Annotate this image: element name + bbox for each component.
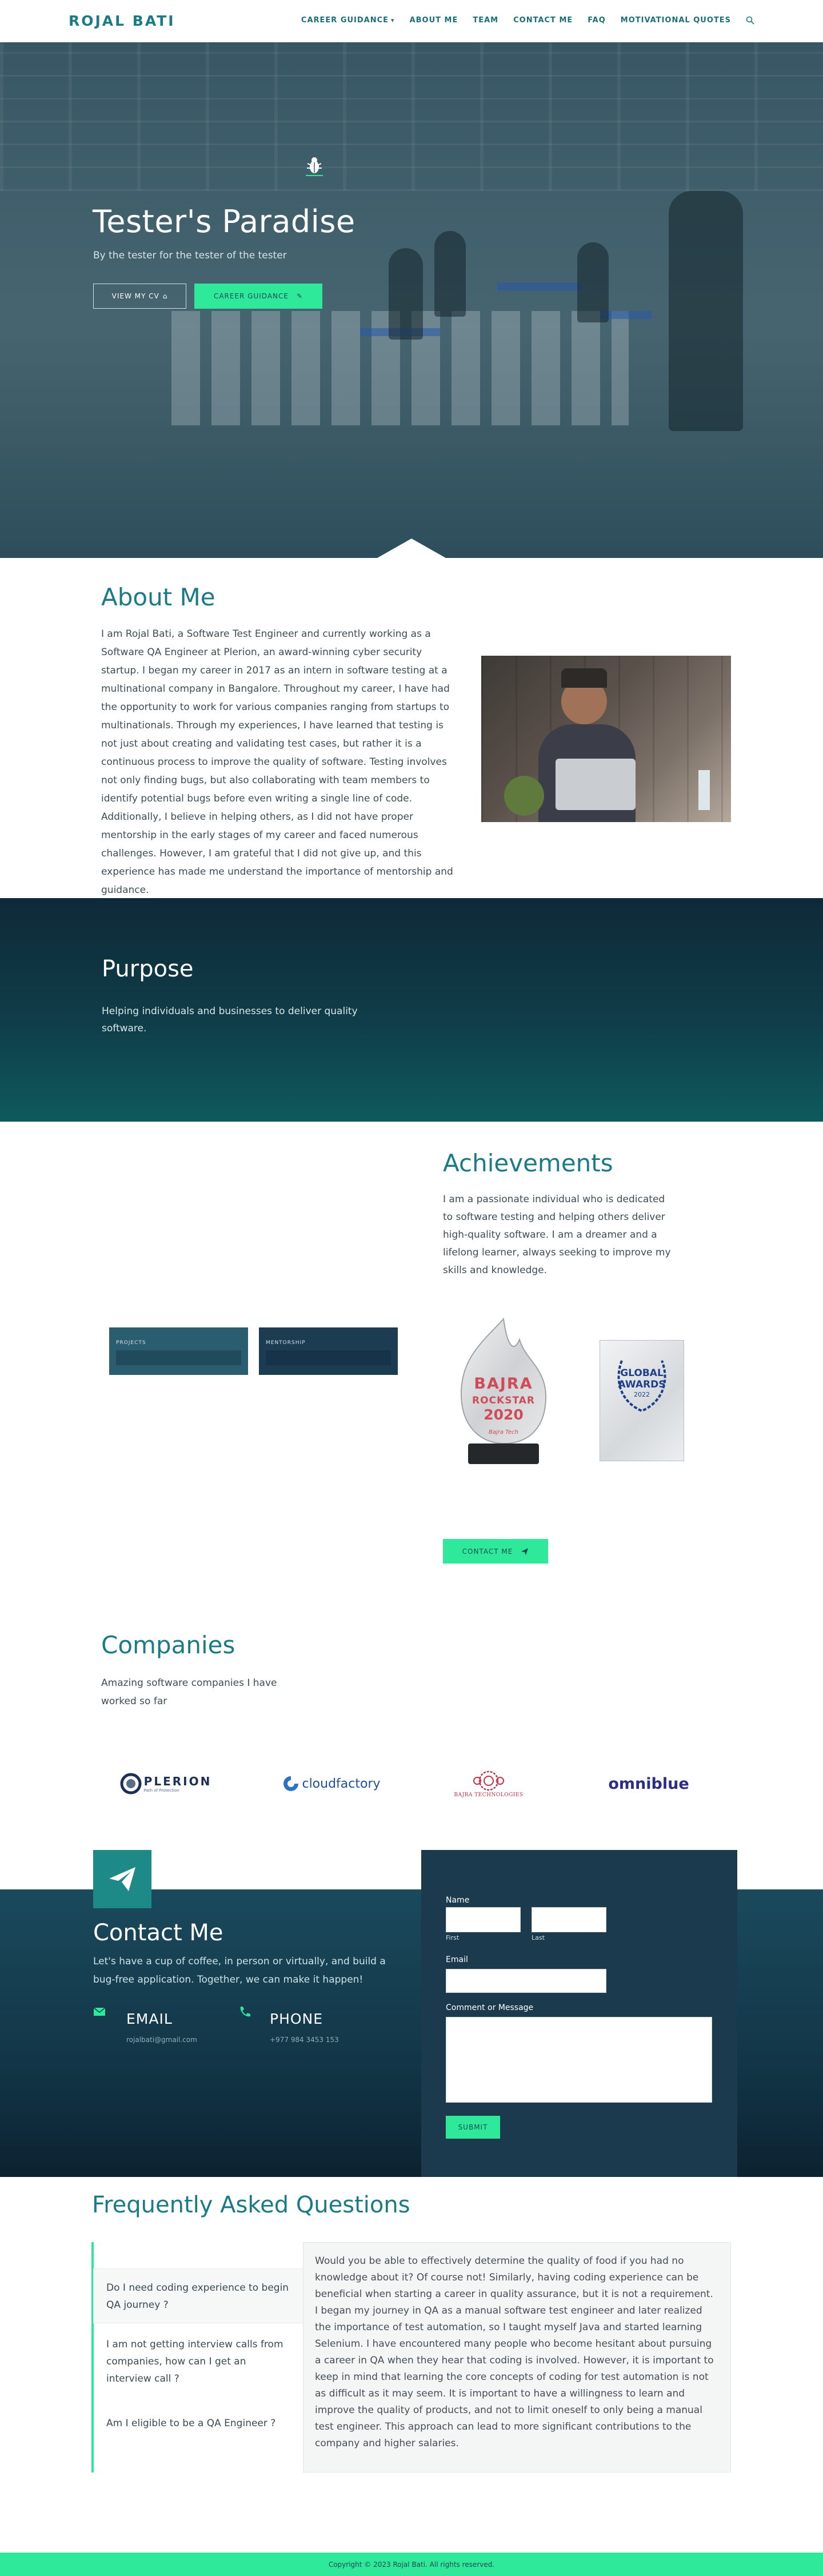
award2-line2: AWARDS	[618, 1379, 666, 1390]
about-title: About Me	[101, 583, 215, 611]
contact-me-label: CONTACT ME	[462, 1547, 513, 1556]
stat-box-projects: PROJECTS	[109, 1327, 248, 1375]
view-cv-button[interactable]: VIEW MY CV ⌂	[93, 284, 186, 309]
message-label: Comment or Message	[446, 2003, 534, 2012]
last-name-input[interactable]	[532, 1907, 606, 1932]
stat-bar	[266, 1350, 391, 1365]
name-label: Name	[446, 1896, 470, 1905]
hero-background-detail	[497, 282, 583, 290]
award-line2: ROCKSTAR	[472, 1395, 535, 1406]
omniblue-name: omniblue	[608, 1775, 689, 1793]
hero-background-speaker	[669, 191, 743, 431]
submit-button[interactable]: SUBMIT	[446, 2116, 500, 2139]
copyright-text: Copyright © 2023 Rojal Bati. All rights …	[328, 2560, 495, 2569]
award-line1: BAJRA	[474, 1375, 533, 1393]
phone-value[interactable]: +977 984 3453 153	[270, 2036, 339, 2044]
pencil-icon: ✎	[296, 292, 303, 300]
career-guidance-button[interactable]: CAREER GUIDANCE ✎	[194, 284, 322, 309]
plerion-name: PLERION	[143, 1775, 212, 1788]
purpose-text: Helping individuals and businesses to de…	[102, 1006, 358, 1034]
companies-text: Amazing software companies I have worked…	[101, 1677, 277, 1707]
plerion-mark-icon	[120, 1773, 142, 1795]
email-title: EMAIL	[126, 2011, 173, 2027]
email-label: Email	[446, 1955, 468, 1964]
email-value[interactable]: rojalbati@gmail.com	[126, 2036, 197, 2044]
faq-answer: Would you be able to effectively determi…	[303, 2242, 731, 2473]
brand-logo[interactable]: ROJAL BATI	[69, 13, 175, 29]
first-name-label: First	[446, 1934, 460, 1941]
stat-label: PROJECTS	[116, 1340, 146, 1346]
hero-background-person	[577, 242, 609, 322]
contact-title: Contact Me	[93, 1920, 223, 1946]
cloudfactory-name: cloudfactory	[302, 1776, 381, 1791]
hero-divider	[306, 175, 323, 176]
photo-bottle	[698, 770, 710, 810]
nav-item-team[interactable]: TEAM	[473, 16, 498, 25]
nav-item-about-me[interactable]: ABOUT ME	[410, 16, 458, 25]
email-input[interactable]	[446, 1969, 606, 1993]
nav-item-career-guidance[interactable]: CAREER GUIDANCE ▾	[301, 16, 395, 25]
faq-question-1[interactable]: Do I need coding experience to begin QA …	[94, 2269, 303, 2323]
chevron-down-icon: ▾	[391, 17, 395, 24]
faq-question-2[interactable]: I am not getting interview calls from co…	[94, 2326, 303, 2399]
bajra-mark-icon	[473, 1770, 504, 1791]
phone-icon	[240, 2007, 250, 2017]
company-logo-cloudfactory: cloudfactory	[274, 1764, 389, 1804]
hero-background-image	[0, 42, 823, 191]
photo-laptop	[556, 759, 636, 810]
company-logo-plerion: PLERION Path of Protection	[114, 1764, 217, 1804]
send-icon	[521, 1548, 529, 1555]
company-logo-bajra: BAJRA TECHNOLOGIES	[446, 1764, 532, 1804]
top-navbar: ROJAL BATI CAREER GUIDANCE ▾ ABOUT ME TEA…	[0, 0, 823, 42]
stat-label: MENTORSHIP	[266, 1340, 306, 1346]
purpose-title: Purpose	[102, 956, 194, 982]
hero-subtitle: By the tester for the tester of the test…	[93, 250, 287, 261]
main-menu: CAREER GUIDANCE ▾ ABOUT ME TEAM CONTACT M…	[301, 16, 754, 25]
search-icon[interactable]	[746, 16, 754, 25]
hero-notch	[377, 539, 446, 558]
nav-item-contact-me[interactable]: CONTACT ME	[513, 16, 573, 25]
contact-subtitle: Let's have a cup of coffee, in person or…	[93, 1956, 386, 1985]
nav-item-label: CAREER GUIDANCE	[301, 16, 389, 25]
about-photo	[481, 656, 731, 822]
plerion-tagline: Path of Protection	[143, 1788, 179, 1793]
stat-box-mentorship: MENTORSHIP	[259, 1327, 398, 1375]
message-textarea[interactable]	[446, 2017, 712, 2103]
stat-bar	[116, 1350, 241, 1365]
first-name-input[interactable]	[446, 1907, 521, 1932]
bug-icon	[307, 157, 322, 173]
award2-line3: 2022	[634, 1391, 650, 1398]
hero-background-person	[389, 248, 423, 340]
bajra-name: BAJRA TECHNOLOGIES	[454, 1792, 524, 1798]
photo-plant	[504, 776, 544, 816]
nav-item-motivational-quotes[interactable]: MOTIVATIONAL QUOTES	[621, 16, 731, 25]
nav-item-faq[interactable]: FAQ	[588, 16, 606, 25]
contact-me-button[interactable]: CONTACT ME	[443, 1539, 548, 1564]
companies-title: Companies	[101, 1631, 235, 1659]
award-footer: Bajra Tech	[488, 1429, 519, 1435]
view-cv-label: VIEW MY CV	[111, 292, 159, 300]
hero-title: Tester's Paradise	[93, 204, 355, 240]
footer: Copyright © 2023 Rojal Bati. All rights …	[0, 2553, 823, 2576]
award2-line1: GLOBAL	[620, 1367, 664, 1379]
achievements-text: I am a passionate individual who is dedi…	[443, 1194, 671, 1276]
phone-title: PHONE	[270, 2011, 323, 2027]
award-line3: 2020	[484, 1406, 524, 1423]
home-icon: ⌂	[162, 292, 168, 300]
career-guidance-label: CAREER GUIDANCE	[213, 292, 289, 300]
contact-icon-box	[93, 1850, 151, 1908]
hero-background-person	[434, 231, 466, 317]
paper-plane-icon	[109, 1867, 135, 1891]
last-name-label: Last	[532, 1934, 545, 1941]
faq-question-3[interactable]: Am I eligible to be a QA Engineer ?	[94, 2404, 303, 2445]
photo-person-cap	[561, 668, 607, 688]
achievements-title: Achievements	[443, 1149, 613, 1177]
envelope-icon	[93, 2007, 106, 2016]
about-text: I am Rojal Bati, a Software Test Enginee…	[101, 628, 453, 896]
company-logo-omniblue: omniblue	[600, 1764, 697, 1804]
faq-title: Frequently Asked Questions	[92, 2192, 410, 2218]
cloudfactory-mark-icon	[283, 1776, 299, 1791]
